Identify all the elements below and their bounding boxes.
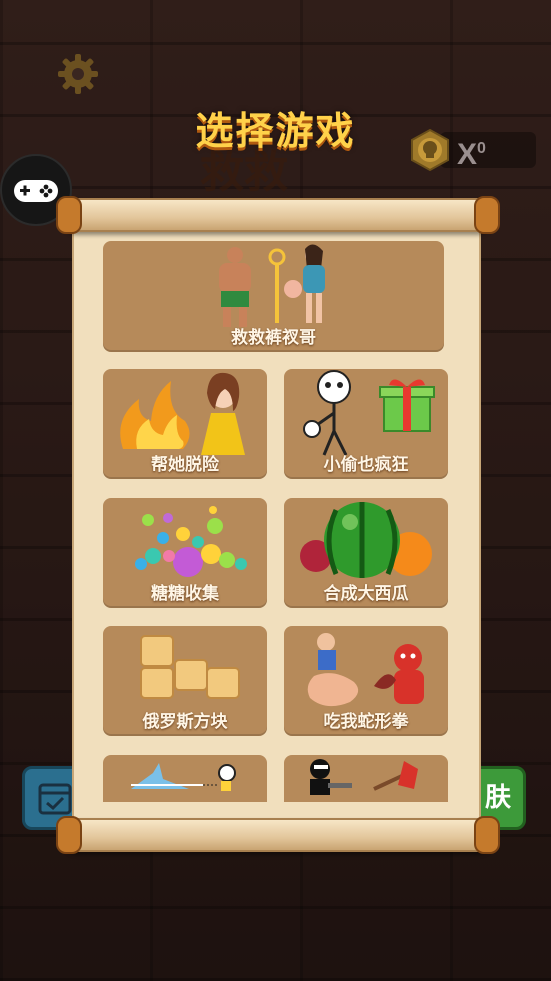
game-title: 俄罗斯方块 bbox=[142, 712, 228, 732]
game-card-ninja[interactable] bbox=[284, 755, 448, 802]
scroll-bottom-roll bbox=[62, 818, 493, 852]
game-card-snake-fist[interactable]: 吃我蛇形拳 bbox=[284, 626, 448, 736]
stickman-icon bbox=[131, 763, 236, 791]
page-title: 选择游戏 bbox=[195, 109, 356, 153]
game-card-rescue[interactable]: 救救裤衩哥 bbox=[103, 241, 444, 352]
game-card-candy[interactable]: 糖糖收集 bbox=[103, 498, 267, 608]
game-title: 帮她脱险 bbox=[151, 455, 219, 475]
game-title: 吃我蛇形拳 bbox=[323, 712, 409, 732]
watermelon-icon bbox=[300, 502, 432, 578]
game-card-fire-princess[interactable]: 帮她脱险 bbox=[103, 369, 267, 479]
scroll-top-roll bbox=[62, 198, 493, 232]
snake-fist-icon bbox=[307, 633, 424, 707]
game-card-blocks[interactable]: 俄罗斯方块 bbox=[103, 626, 267, 736]
game-card-stickman[interactable] bbox=[103, 755, 267, 802]
gear-icon[interactable] bbox=[56, 52, 100, 96]
game-title: 合成大西瓜 bbox=[323, 584, 409, 604]
thief-gift-icon bbox=[303, 370, 435, 456]
candy-balls-icon bbox=[135, 506, 247, 577]
game-title: 救救裤衩哥 bbox=[231, 328, 316, 348]
rescue-icon bbox=[219, 244, 325, 327]
scroll-cap-left-bottom bbox=[56, 816, 82, 854]
game-title: 糖糖收集 bbox=[151, 584, 219, 604]
game-card-thief-gift[interactable]: 小偷也疯狂 bbox=[284, 369, 448, 479]
game-title: 小偷也疯狂 bbox=[323, 455, 409, 475]
fire-princess-icon bbox=[120, 372, 245, 455]
scroll-cap-right-top bbox=[474, 196, 500, 234]
scroll-cap-right-bottom bbox=[474, 816, 500, 854]
game-card-watermelon[interactable]: 合成大西瓜 bbox=[284, 498, 448, 608]
ninja-icon bbox=[310, 759, 418, 795]
wood-blocks-icon bbox=[140, 635, 240, 699]
game-list[interactable]: 救救裤衩哥 帮她脱险 小偷也疯狂 糖糖收集 合成大西瓜 俄罗斯方块 吃我蛇形拳 bbox=[102, 240, 450, 802]
scroll-cap-left-top bbox=[56, 196, 82, 234]
